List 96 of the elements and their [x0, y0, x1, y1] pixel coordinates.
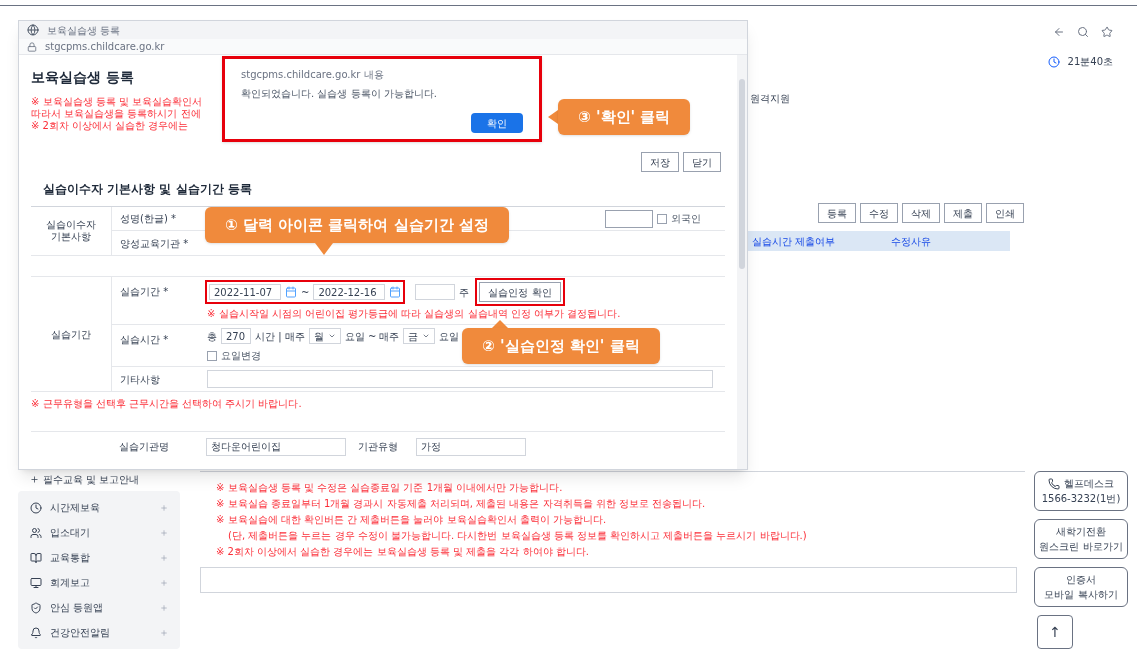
text-label: 요일: [439, 329, 460, 344]
clock-icon: [1047, 55, 1060, 68]
field-label: 실습기관명: [119, 441, 169, 452]
field-label: 기관유형: [358, 441, 398, 452]
unit-label: 주: [459, 285, 470, 300]
checkbox-label: 요일변경: [221, 349, 261, 363]
date-field[interactable]: 2022-12-16: [313, 284, 386, 300]
field-label: 실습시간 *: [120, 334, 169, 345]
range-separator: ~: [301, 285, 310, 300]
sidebar-subitem: 필수교육 및 보고안내: [43, 472, 140, 487]
sidebar-item[interactable]: 회계보고: [18, 570, 180, 595]
notice-text: ※ 보육실습생 등록 및 보육실습확인서: [31, 96, 203, 108]
notice-text: 따라서 보육실습생을 등록하시기 전에: [31, 108, 201, 120]
instruction-callout: ③ '확인' 클릭: [548, 99, 691, 135]
address-text: stgcpms.childcare.go.kr: [45, 40, 165, 54]
table-header: 실습시간 제출여부 수정사유: [748, 231, 1010, 251]
field-label: 양성교육기관 *: [120, 237, 189, 249]
group-label: 실습이수자 기본사항: [45, 219, 97, 243]
group-label: 실습기간: [51, 327, 91, 342]
plus-icon: [30, 474, 39, 484]
notice-text: ※ 2회차 이상에서 실습한 경우에는: [31, 120, 189, 132]
sidebar-item[interactable]: 건강안전알림: [18, 620, 180, 645]
instruction-callout: ① 달력 아이콘 클릭하여 실습기간 설정: [205, 207, 509, 255]
text-label: 요일 ~ 매주: [344, 329, 400, 344]
quick-link-button[interactable]: 헬프데스크 1566-3232(1번): [1034, 471, 1128, 511]
confirm-period-button[interactable]: 실습인정 확인: [479, 282, 561, 302]
action-button[interactable]: 닫기: [683, 152, 721, 172]
notice-text: ※ 보육실습생 등록 및 수정은 실습종료일 기준 1개월 이내에서만 가능합니다.: [216, 481, 563, 495]
expand-icon: [160, 628, 168, 637]
toolbar-button[interactable]: 수정: [860, 203, 898, 223]
calendar-icon[interactable]: [389, 286, 402, 298]
expand-icon: [160, 603, 168, 612]
caret-icon: [422, 332, 431, 340]
ok-button[interactable]: 확인: [471, 113, 523, 133]
field-label: 기타사항: [120, 373, 160, 385]
phone-icon: [1048, 477, 1060, 490]
session-timer: 21분40초: [1067, 55, 1113, 69]
window-title: 보육실습생 등록: [47, 23, 121, 38]
checkbox[interactable]: [207, 350, 217, 361]
page-heading: 보육실습생 등록: [31, 68, 134, 87]
checkbox-label: 외국인: [671, 212, 701, 226]
day-select[interactable]: 금: [403, 328, 436, 344]
field-label: 실습기간 *: [120, 286, 169, 297]
menu-icon: [30, 576, 42, 589]
menu-icon: [30, 601, 42, 614]
input-field[interactable]: [415, 284, 456, 300]
instruction-callout: ② '실습인정 확인' 클릭: [462, 320, 660, 364]
dialog-message: 확인되었습니다. 실습생 등록이 가능합니다.: [241, 87, 437, 101]
section-title: 실습이수자 기본사항 및 실습기간 등록: [42, 181, 252, 198]
search-icon[interactable]: [1077, 26, 1089, 38]
field-label: 성명(한글) *: [120, 213, 176, 224]
text-label: 총: [207, 329, 217, 344]
expand-icon: [160, 553, 168, 562]
text-label: 시간 | 매주: [255, 329, 305, 344]
day-select[interactable]: 월: [308, 328, 341, 344]
calendar-icon[interactable]: [285, 286, 297, 298]
expand-icon: [160, 528, 168, 537]
notice-text: (단, 제출버튼을 누르는 경우 수정이 불가능합니다. 다시한번 보육실습생 등록 정보를 확인하시고 제출버튼을 누르시기 바랍니다.): [227, 529, 807, 543]
menu-icon: [30, 501, 42, 514]
input-field[interactable]: [200, 567, 1017, 593]
notice-text: ※ 근무유형을 선택후 근무시간을 선택하여 주시기 바랍니다.: [31, 398, 302, 409]
menu-icon: [30, 626, 42, 639]
sidebar-item[interactable]: 안심 등원앱: [18, 595, 180, 620]
quick-link-button[interactable]: 인증서 모바일 복사하기: [1034, 567, 1128, 607]
dialog-title: stgcpms.childcare.go.kr 내용: [241, 68, 384, 82]
sidebar-item[interactable]: 교육통합: [18, 545, 180, 570]
lock-icon: [27, 41, 37, 52]
sidebar-item[interactable]: 시간제보육: [18, 495, 180, 520]
input-field[interactable]: 청다운어린이집: [206, 437, 346, 456]
globe-icon: [27, 24, 39, 36]
notice-text: ※ 보육실습에 대한 확인버튼 간 제출버튼을 눌러야 보육실습확인서 출력이 가능합니다.: [216, 513, 607, 527]
star-icon[interactable]: [1101, 26, 1113, 38]
expand-icon: [160, 578, 168, 587]
scrollbar[interactable]: [737, 55, 747, 469]
toolbar-button[interactable]: 제출: [944, 203, 982, 223]
toolbar-button[interactable]: 인쇄: [986, 203, 1024, 223]
scroll-top-button[interactable]: ↑: [1037, 615, 1073, 649]
quick-link-button[interactable]: 새학기전환 원스크린 바로가기: [1034, 519, 1128, 559]
toolbar-button[interactable]: 등록: [818, 203, 856, 223]
menu-icon: [30, 526, 42, 539]
input-field[interactable]: [605, 209, 653, 228]
action-button[interactable]: 저장: [641, 152, 679, 172]
date-field[interactable]: 2022-11-07: [209, 284, 281, 300]
notice-text: ※ 2회차 이상에서 실습한 경우에는 보육실습생 등록 및 제출을 각각 하여야 합니다.: [216, 545, 589, 559]
input-field[interactable]: 가정: [416, 437, 526, 456]
back-icon[interactable]: [1053, 26, 1065, 38]
toolbar-button[interactable]: 삭제: [902, 203, 940, 223]
caret-icon: [327, 332, 336, 340]
notice-text: ※ 보육실습 종료일부터 1개월 경과시 자동제출 처리되며, 제출된 내용은 자격취득을 위한 정보로 전송됩니다.: [216, 497, 706, 511]
sidebar-item[interactable]: 입소대기: [18, 520, 180, 545]
input-field[interactable]: 270: [221, 328, 251, 344]
input-field[interactable]: [207, 370, 713, 388]
menu-icon: [30, 551, 42, 564]
expand-icon: [160, 503, 168, 512]
notice-text: ※ 실습시작일 시점의 어린이집 평가등급에 따라 실습생의 실습내역 인정 여부가 결정됩니다.: [207, 307, 621, 321]
checkbox[interactable]: [657, 213, 667, 224]
